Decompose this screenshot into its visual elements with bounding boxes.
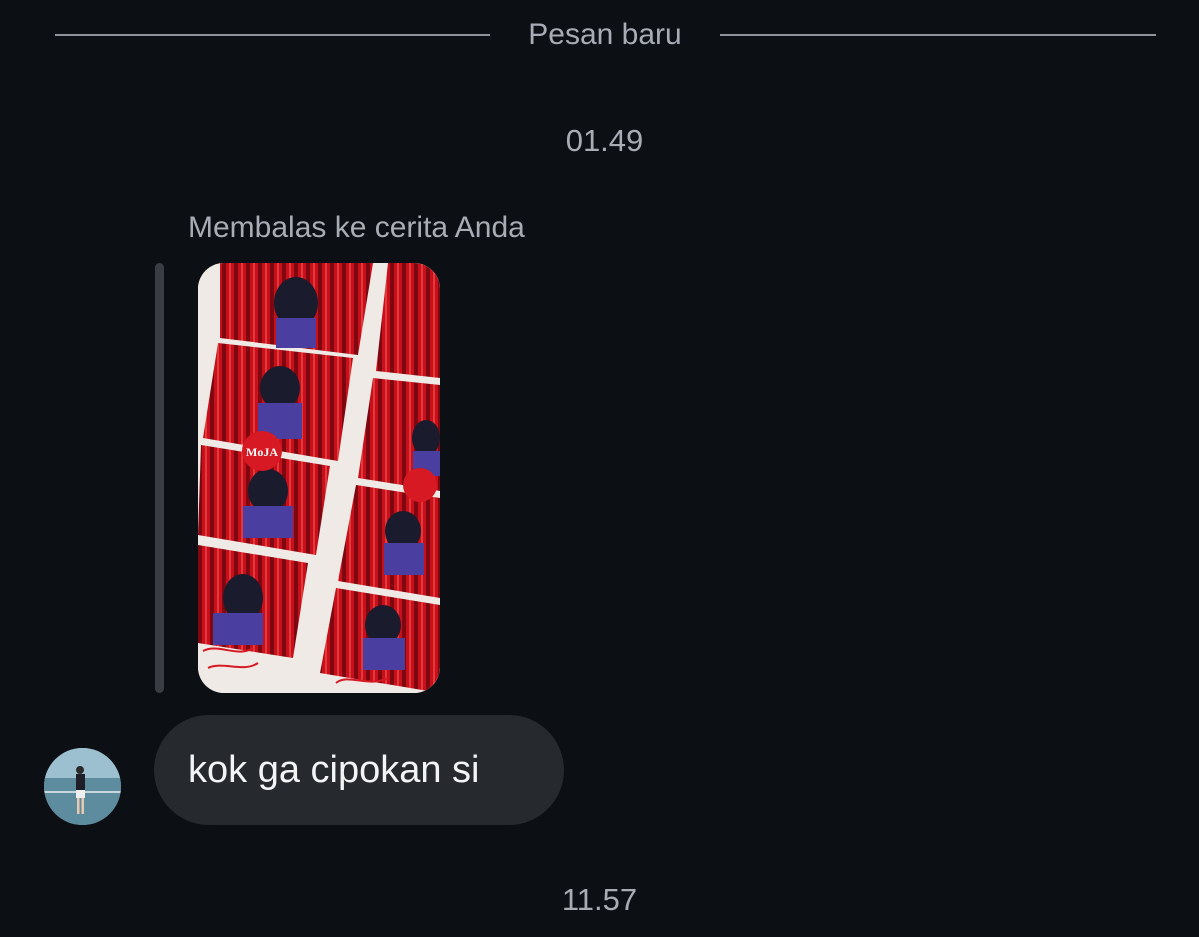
message-text: kok ga cipokan si (188, 749, 480, 791)
message-timestamp: 01.49 (565, 123, 644, 158)
message-timestamp-bottom: 11.57 (561, 882, 638, 917)
avatar-photo-icon (44, 748, 121, 825)
story-overlay-text: MoJA (246, 445, 278, 459)
story-reply-indicator-bar (155, 263, 164, 693)
photobooth-strip-image: MoJA (198, 263, 440, 693)
sender-avatar[interactable] (44, 748, 121, 825)
new-messages-divider-right-line (720, 34, 1156, 36)
story-thumbnail[interactable]: MoJA (198, 263, 440, 693)
story-reply-caption: Membalas ke cerita Anda (188, 211, 525, 244)
new-messages-divider-label: Pesan baru (528, 18, 682, 51)
new-messages-divider-left-line (55, 34, 490, 36)
photobooth-frame (198, 545, 308, 658)
message-bubble[interactable]: kok ga cipokan si (154, 715, 564, 825)
chat-screen: Pesan baru 01.49 Membalas ke cerita Anda (0, 0, 1199, 937)
